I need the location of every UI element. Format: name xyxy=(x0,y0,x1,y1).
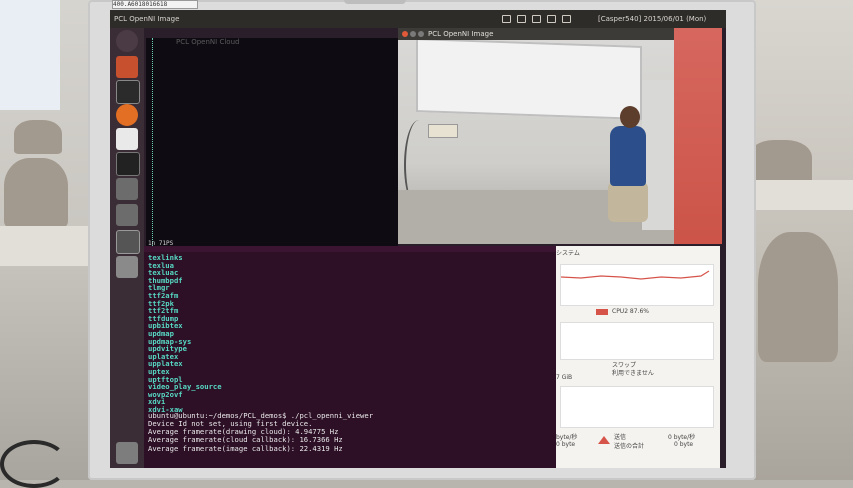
minimize-icon[interactable] xyxy=(410,31,416,37)
chair-left-back xyxy=(14,120,62,154)
cpu-graph-svg xyxy=(560,270,710,280)
drive-icon[interactable] xyxy=(116,256,138,278)
chair-right xyxy=(748,140,812,184)
pcl-window-titlebar[interactable]: PCL OpenNI Image xyxy=(398,28,674,40)
cpu-swatch xyxy=(596,308,608,315)
top-panel: PCL OpenNI Image [Casper540] 2015/06/01 … xyxy=(110,10,726,41)
terminal-icon[interactable] xyxy=(116,80,140,104)
chair-right-front xyxy=(758,232,838,362)
recv-total: 0 byte xyxy=(556,441,576,448)
battery-icon[interactable] xyxy=(532,15,541,23)
person-head xyxy=(620,106,640,128)
network-icon[interactable] xyxy=(517,15,526,23)
launcher xyxy=(110,28,144,468)
unknown-app-icon[interactable] xyxy=(116,178,138,200)
chair-left xyxy=(4,158,68,228)
volume-icon[interactable] xyxy=(562,15,571,23)
upload-arrow-icon xyxy=(598,436,610,444)
cpu-line xyxy=(560,270,710,280)
desk-left xyxy=(0,226,90,266)
terminal-margin xyxy=(146,38,153,246)
close-icon[interactable] xyxy=(402,31,408,37)
send-total-label: 送信の合計 xyxy=(614,443,645,450)
files-icon[interactable] xyxy=(116,56,138,78)
pcl-cloud-title: PCL OpenNI Cloud xyxy=(176,38,240,46)
pcl-window-title: PCL OpenNI Image xyxy=(428,30,494,38)
asset-sticker: 400.A6018016618 xyxy=(112,0,198,9)
camera-feed xyxy=(398,40,674,244)
terminal-header xyxy=(144,246,556,252)
workspace-icon[interactable] xyxy=(116,230,140,254)
swap-info: スワップ 利用できません xyxy=(612,362,654,378)
active-window-title: PCL OpenNI Image xyxy=(114,15,180,23)
send-label: 送信 xyxy=(614,434,627,441)
recv-rate: byte/秒 xyxy=(556,434,578,441)
network-graph xyxy=(560,386,714,428)
cpu-legend: CPU2 87.6% xyxy=(596,308,649,315)
cpu-graph xyxy=(560,264,714,306)
memory-size: 7 GiB xyxy=(556,374,573,381)
laptop-camera-notch xyxy=(344,0,406,4)
text-editor-icon[interactable] xyxy=(116,128,138,150)
send-rate: 0 byte/秒 xyxy=(668,434,696,441)
output-line: Average framerate(cloud callback): 16.73… xyxy=(148,435,343,445)
dash-icon[interactable] xyxy=(116,30,138,52)
memory-graph xyxy=(560,322,714,360)
maximize-icon[interactable] xyxy=(418,31,424,37)
red-window-edge xyxy=(674,28,722,244)
desk-right xyxy=(748,180,853,210)
system-tab[interactable]: システム xyxy=(556,248,580,257)
swap-title: スワップ xyxy=(612,362,637,369)
person-body xyxy=(610,126,646,186)
send-total: 0 byte xyxy=(674,441,694,448)
whiteboard xyxy=(416,40,642,120)
cable-foreground xyxy=(0,440,68,488)
output-line: Average framerate(image callback): 22.43… xyxy=(148,443,343,453)
unknown-app-icon-2[interactable] xyxy=(116,204,138,226)
pcl-openni-image-window: PCL OpenNI Image xyxy=(398,28,674,244)
terminal-window[interactable]: texlinks texlua texluac thumbpdf tlmgr ttf2af… xyxy=(144,246,556,468)
swap-status: 利用できません xyxy=(612,370,654,377)
wall-outlet xyxy=(428,124,458,138)
system-monitor-window: システム CPU2 87.6% スワップ 利用できません 7 GiB byte/… xyxy=(556,246,720,468)
trash-icon[interactable] xyxy=(116,442,138,464)
firefox-icon[interactable] xyxy=(116,104,138,126)
keyboard-icon[interactable] xyxy=(502,15,511,23)
pcl-cloud-window: PCL OpenNI Cloud 1n 71PS xyxy=(146,38,398,247)
window-controls xyxy=(402,31,424,37)
system-monitor-icon[interactable] xyxy=(116,152,140,176)
window-light xyxy=(0,0,60,110)
indicator-area xyxy=(502,10,571,28)
laptop-screen: PCL OpenNI Image [Casper540] 2015/06/01 … xyxy=(110,10,726,468)
person-legs xyxy=(608,182,648,222)
mail-icon[interactable] xyxy=(547,15,556,23)
cpu-label: CPU2 87.6% xyxy=(612,308,649,315)
